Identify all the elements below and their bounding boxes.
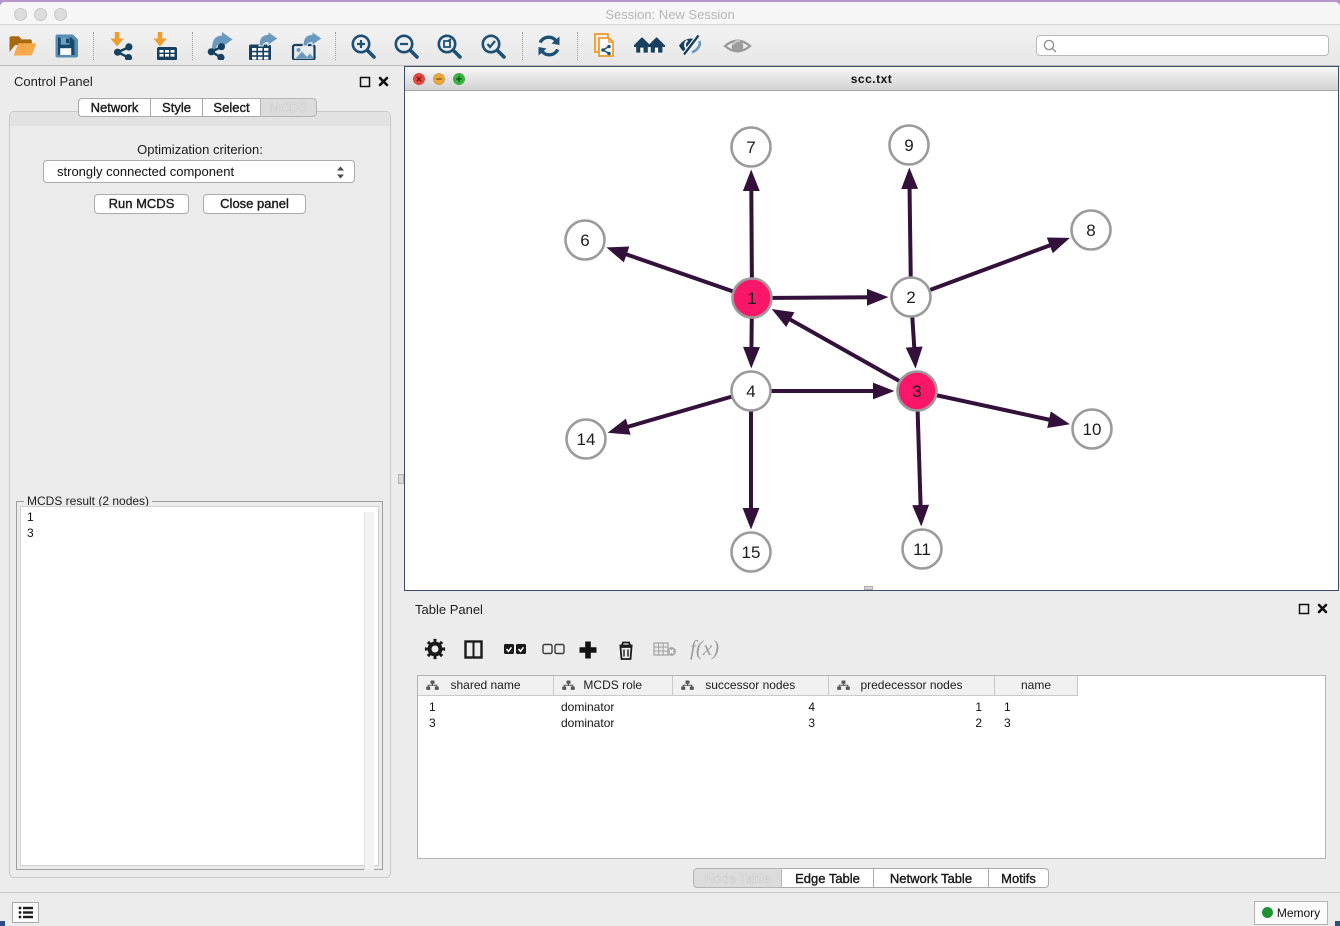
svg-text:1: 1 xyxy=(747,289,756,308)
svg-text:4: 4 xyxy=(746,382,755,401)
svg-text:15: 15 xyxy=(742,543,761,562)
svg-text:6: 6 xyxy=(580,231,589,250)
svg-text:3: 3 xyxy=(912,382,921,401)
svg-text:10: 10 xyxy=(1083,420,1102,439)
svg-text:7: 7 xyxy=(746,138,755,157)
svg-text:11: 11 xyxy=(913,540,931,559)
svg-text:8: 8 xyxy=(1086,221,1095,240)
svg-text:9: 9 xyxy=(904,136,913,155)
svg-text:14: 14 xyxy=(577,430,596,449)
svg-text:2: 2 xyxy=(906,288,915,307)
